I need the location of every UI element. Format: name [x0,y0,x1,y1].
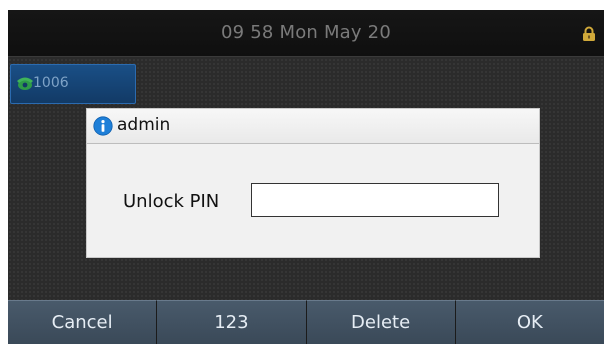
delete-button[interactable]: Delete [306,300,456,344]
phone-handset-icon [17,77,33,90]
unlock-pin-label: Unlock PIN [123,191,220,212]
lock-icon [583,26,595,41]
phone-screen: 09 58 Mon May 20 1006 admin Unlock PIN C… [8,10,604,344]
date-time: 09 58 Mon May 20 [221,22,391,43]
ok-button[interactable]: OK [455,300,604,344]
input-mode-button[interactable]: 123 [157,300,307,344]
phone-display-frame: 09 58 Mon May 20 1006 admin Unlock PIN C… [0,0,608,349]
softkey-bar: Cancel 123 Delete OK [8,300,604,344]
status-bar: 09 58 Mon May 20 [8,10,604,57]
dialog-title-bar: admin [87,109,539,144]
line-key-1006[interactable]: 1006 [10,64,136,104]
cancel-button[interactable]: Cancel [8,300,158,344]
unlock-dialog: admin Unlock PIN [86,108,540,258]
line-key-label: 1006 [33,75,69,91]
info-icon [93,116,113,136]
dialog-title: admin [117,115,171,135]
unlock-pin-input[interactable] [251,183,499,217]
